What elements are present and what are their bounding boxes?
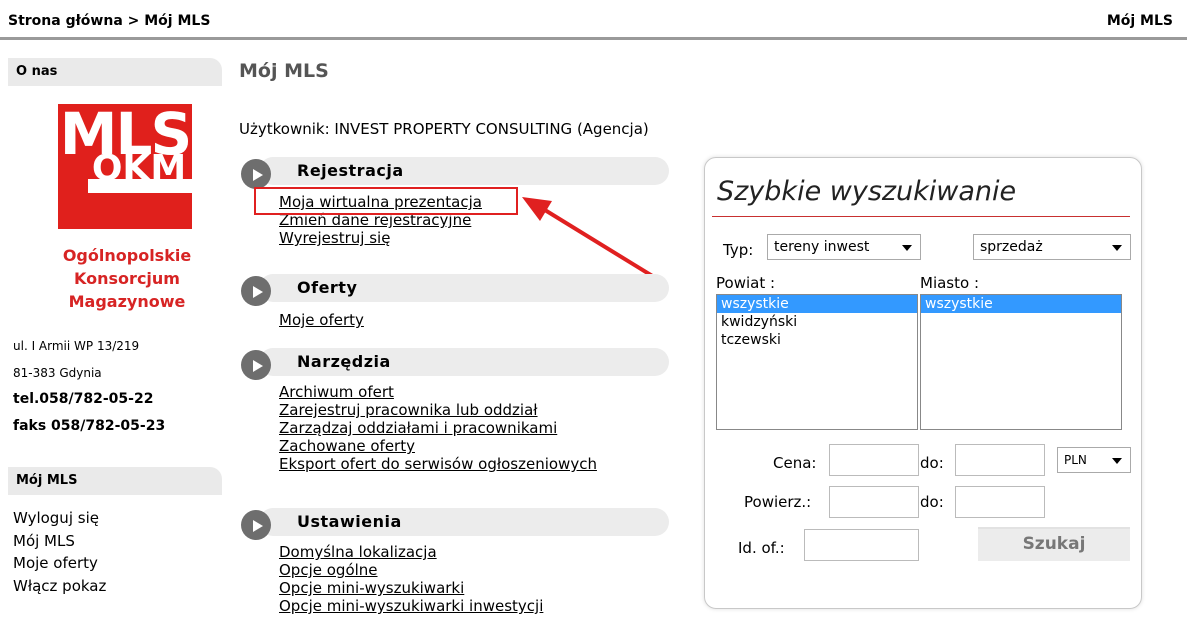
highlight-box — [254, 187, 518, 215]
id-label: Id. of.: — [738, 539, 785, 557]
link-general-options[interactable]: Opcje ogólne — [279, 561, 543, 579]
deal-select-value: sprzedaż — [980, 239, 1043, 255]
section-offers: Oferty — [239, 274, 669, 306]
list-item[interactable]: kwidzyński — [717, 313, 917, 331]
play-icon — [241, 350, 271, 380]
section-settings: Ustawienia — [239, 508, 669, 540]
price-from-input[interactable] — [829, 444, 919, 476]
phone: tel.058/782-05-22 — [13, 391, 154, 407]
about-heading: O nas — [8, 58, 222, 86]
list-item[interactable]: tczewski — [717, 331, 917, 349]
chevron-down-icon — [1112, 245, 1122, 251]
link-saved-offers[interactable]: Zachowane oferty — [279, 437, 597, 455]
offers-links: Moje oferty — [279, 311, 364, 329]
search-button[interactable]: Szukaj — [978, 527, 1130, 561]
link-export-offers[interactable]: Eksport ofert do serwisów ogłoszeniowych — [279, 455, 597, 473]
link-mini-search-invest-options[interactable]: Opcje mini-wyszukiwarki inwestycji — [279, 597, 543, 615]
play-icon — [241, 276, 271, 306]
breadcrumb[interactable]: Strona główna > Mój MLS — [8, 13, 210, 29]
user-line: Użytkownik: INVEST PROPERTY CONSULTING (… — [239, 120, 649, 138]
divider — [712, 216, 1130, 217]
page-title: Mój MLS — [239, 60, 329, 82]
organization-name: Ogólnopolskie Konsorcjum Magazynowe — [8, 244, 246, 313]
section-tools: Narzędzia — [239, 348, 669, 380]
section-label: Narzędzia — [297, 352, 391, 371]
powiat-label: Powiat : — [716, 274, 776, 292]
area-from-input[interactable] — [829, 486, 919, 518]
play-icon — [241, 510, 271, 540]
link-default-location[interactable]: Domyślna lokalizacja — [279, 543, 543, 561]
link-my-offers[interactable]: Moje oferty — [279, 311, 364, 329]
type-select-value: tereny inwest — [774, 239, 870, 255]
currency-value: PLN — [1064, 453, 1087, 467]
area-to-input[interactable] — [955, 486, 1045, 518]
list-item[interactable]: wszystkie — [921, 295, 1121, 313]
play-icon — [241, 159, 271, 189]
link-unregister[interactable]: Wyrejestruj się — [279, 229, 482, 247]
settings-links: Domyślna lokalizacja Opcje ogólne Opcje … — [279, 543, 543, 615]
address-street: ul. I Armii WP 13/219 — [13, 339, 140, 353]
chevron-down-icon — [902, 245, 912, 251]
fax: faks 058/782-05-23 — [13, 418, 166, 434]
org-line: Magazynowe — [68, 292, 186, 311]
section-label: Ustawienia — [297, 512, 402, 531]
powiat-listbox[interactable]: wszystkie kwidzyński tczewski — [716, 294, 918, 430]
sidebar-item-my-mls[interactable]: Mój MLS — [13, 530, 106, 553]
org-line: Ogólnopolskie — [62, 246, 192, 265]
org-line: Konsorcjum — [74, 269, 180, 288]
miasto-label: Miasto : — [920, 274, 979, 292]
price-to-label: do: — [920, 454, 944, 472]
mymls-heading: Mój MLS — [8, 467, 222, 495]
currency-select[interactable]: PLN — [1057, 447, 1131, 473]
logo-bar — [88, 179, 192, 193]
sidebar-item-slideshow[interactable]: Włącz pokaz — [13, 575, 106, 598]
sidebar-item-my-offers[interactable]: Moje oferty — [13, 552, 106, 575]
quick-search-title: Szybkie wyszukiwanie — [717, 176, 1017, 207]
list-item[interactable]: wszystkie — [717, 295, 917, 313]
mls-okm-logo: MLS OKM — [58, 100, 192, 229]
deal-select[interactable]: sprzedaż — [973, 234, 1131, 260]
header-title: Mój MLS — [1106, 13, 1173, 29]
section-registration: Rejestracja — [239, 157, 669, 189]
tools-links: Archiwum ofert Zarejestruj pracownika lu… — [279, 383, 597, 473]
section-label: Rejestracja — [297, 161, 404, 180]
id-input[interactable] — [804, 529, 919, 561]
type-select[interactable]: tereny inwest — [767, 234, 921, 260]
area-label: Powierz.: — [744, 493, 812, 511]
top-bar: Strona główna > Mój MLS Mój MLS — [0, 0, 1187, 38]
divider — [0, 37, 1187, 40]
sidebar-item-logout[interactable]: Wyloguj się — [13, 507, 106, 530]
link-register-employee[interactable]: Zarejestruj pracownika lub oddział — [279, 401, 597, 419]
link-offers-archive[interactable]: Archiwum ofert — [279, 383, 597, 401]
link-mini-search-options[interactable]: Opcje mini-wyszukiwarki — [279, 579, 543, 597]
annotation-arrow-icon — [522, 197, 656, 279]
chevron-down-icon — [1112, 458, 1122, 464]
section-label: Oferty — [297, 278, 358, 297]
price-label: Cena: — [773, 454, 817, 472]
link-manage-branches[interactable]: Zarządzaj oddziałami i pracownikami — [279, 419, 597, 437]
area-to-label: do: — [920, 493, 944, 511]
sidebar-links: Wyloguj się Mój MLS Moje oferty Włącz po… — [13, 507, 106, 597]
type-label: Typ: — [723, 241, 754, 259]
miasto-listbox[interactable]: wszystkie — [920, 294, 1122, 430]
price-to-input[interactable] — [955, 444, 1045, 476]
address-city: 81-383 Gdynia — [13, 366, 102, 380]
